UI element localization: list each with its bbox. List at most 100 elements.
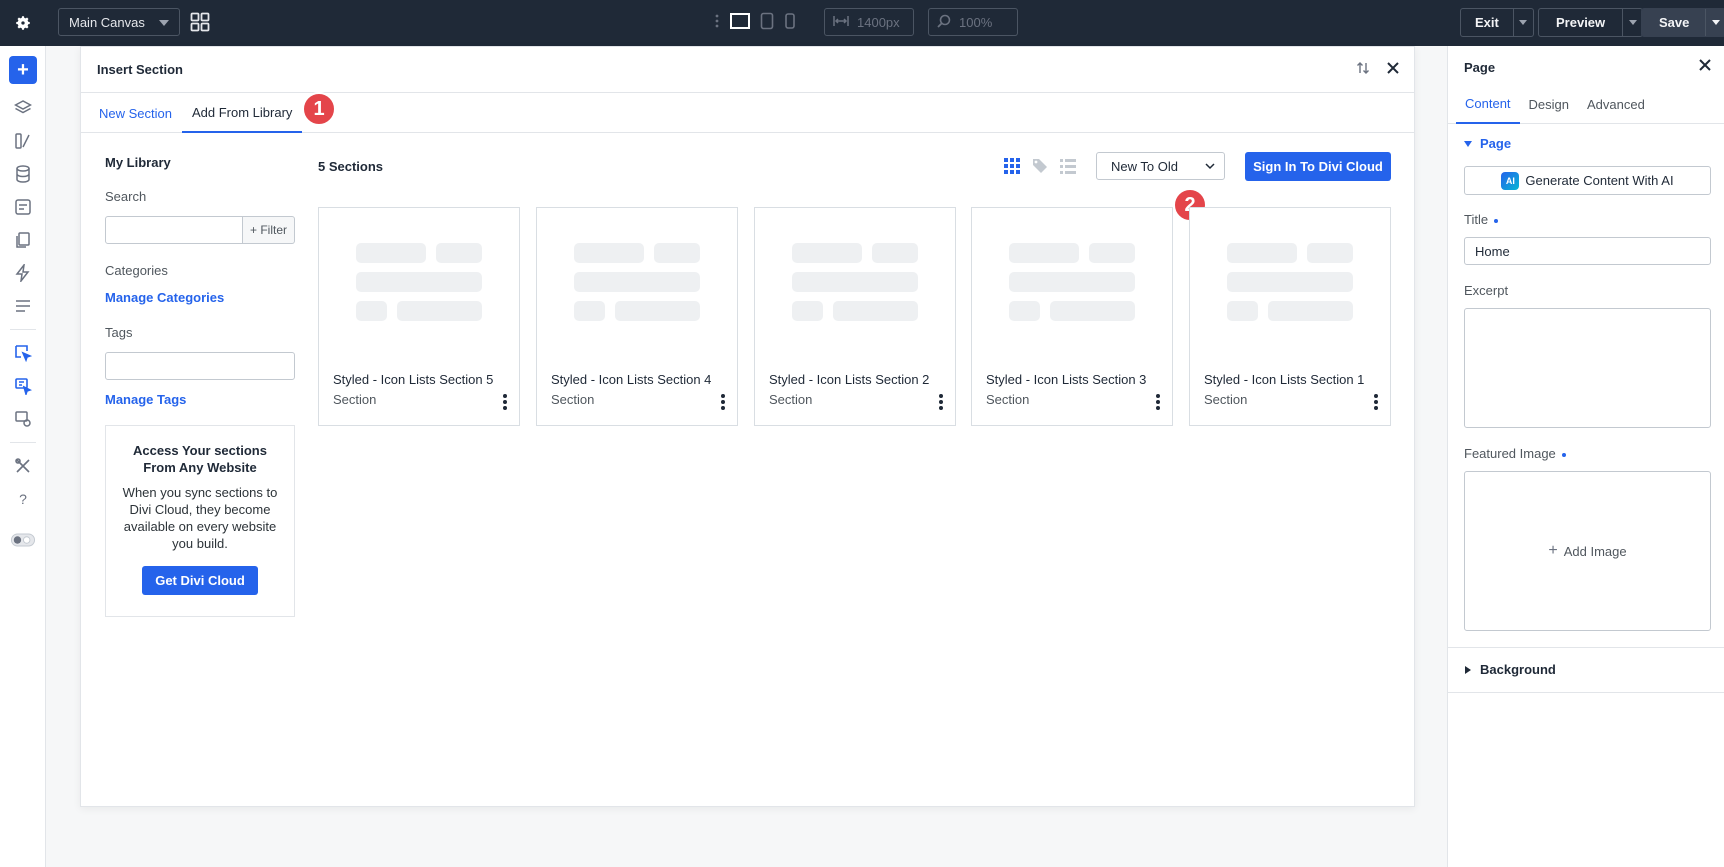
add-image-label: Add Image <box>1563 543 1627 559</box>
lightning-icon[interactable] <box>11 261 35 285</box>
library-sidebar: My Library Search + Filter Categories Ma… <box>105 155 295 407</box>
card-more-icon[interactable] <box>503 394 507 412</box>
tab-content[interactable]: Content <box>1456 84 1520 124</box>
save-label: Save <box>1659 15 1690 30</box>
save-button[interactable]: Save <box>1641 8 1724 37</box>
save-dropdown-icon[interactable] <box>1705 9 1724 36</box>
tablet-view-icon[interactable] <box>760 12 774 33</box>
help-icon[interactable]: ? <box>11 487 35 511</box>
categories-label: Categories <box>105 263 168 278</box>
tab-design[interactable]: Design <box>1520 84 1578 124</box>
library-title: My Library <box>105 155 171 170</box>
manage-tags-link[interactable]: Manage Tags <box>105 392 295 407</box>
tab-advanced[interactable]: Advanced <box>1578 84 1654 124</box>
preview-dropdown-icon[interactable] <box>1622 9 1642 36</box>
form-icon[interactable] <box>11 195 35 219</box>
tags-label: Tags <box>105 325 133 340</box>
add-image-area[interactable]: + Add Image <box>1464 471 1711 631</box>
library-search-input[interactable] <box>105 216 243 244</box>
library-card[interactable]: Styled - Icon Lists Section 4 Section <box>536 207 738 426</box>
database-icon[interactable] <box>11 162 35 186</box>
zoom-field[interactable]: 100% <box>928 8 1018 36</box>
design-library-icon[interactable] <box>11 129 35 153</box>
card-type: Section <box>551 392 595 407</box>
tab-new-section[interactable]: New Section <box>89 93 182 133</box>
close-icon[interactable] <box>1386 61 1400 78</box>
card-more-icon[interactable] <box>1156 394 1160 412</box>
library-card[interactable]: Styled - Icon Lists Section 3 Section <box>971 207 1173 426</box>
card-name: Styled - Icon Lists Section 5 <box>333 372 494 387</box>
card-more-icon[interactable] <box>1374 394 1378 412</box>
desktop-view-icon[interactable] <box>730 12 750 32</box>
apps-grid-icon[interactable] <box>190 12 210 35</box>
grid-view-icon[interactable] <box>1003 157 1021 178</box>
page-section-toggle[interactable]: Page <box>1464 136 1511 151</box>
divi-cloud-promo: Access Your sections From Any Website Wh… <box>105 425 295 617</box>
library-card[interactable]: Styled - Icon Lists Section 2 Section <box>754 207 956 426</box>
exit-dropdown-icon[interactable] <box>1512 9 1533 36</box>
insert-library-icon[interactable] <box>11 374 35 398</box>
zoom-search-icon <box>937 14 951 31</box>
background-section-toggle[interactable]: Background <box>1464 662 1556 677</box>
step-badge-1: 1 <box>302 92 336 126</box>
promo-title: Access Your sections From Any Website <box>133 443 267 475</box>
excerpt-textarea[interactable] <box>1464 308 1711 428</box>
card-type: Section <box>986 392 1030 407</box>
manage-categories-link[interactable]: Manage Categories <box>105 290 295 305</box>
sort-select-value: New To Old <box>1111 158 1178 174</box>
list-view-icon[interactable] <box>1059 157 1077 178</box>
settings-gear-icon[interactable] <box>0 0 46 46</box>
module-settings-icon[interactable] <box>11 407 35 431</box>
card-more-icon[interactable] <box>721 394 725 412</box>
generate-ai-label: Generate Content With AI <box>1525 173 1674 188</box>
canvas-width-value: 1400px <box>857 14 900 30</box>
tag-view-icon[interactable] <box>1031 157 1049 178</box>
modal-tabs: New Section Add From Library <box>81 93 1414 133</box>
panel-tabs: Content Design Advanced <box>1448 84 1724 124</box>
library-card[interactable]: Styled - Icon Lists Section 5 Section <box>318 207 520 426</box>
panel-close-icon[interactable] <box>1698 58 1712 75</box>
card-name: Styled - Icon Lists Section 4 <box>551 372 712 387</box>
ai-icon: AI <box>1501 171 1520 190</box>
panel-title: Page <box>1464 60 1496 75</box>
featured-image-label: Featured Image <box>1464 446 1566 461</box>
more-vertical-icon[interactable] <box>714 13 720 32</box>
sort-select[interactable]: New To Old <box>1096 152 1225 180</box>
list-settings-icon[interactable] <box>11 294 35 318</box>
phone-view-icon[interactable] <box>784 12 796 33</box>
exit-button[interactable]: Exit <box>1460 8 1534 37</box>
generate-ai-button[interactable]: AI Generate Content With AI <box>1464 166 1711 195</box>
caret-right-icon <box>1465 665 1471 674</box>
add-plus-button[interactable]: + <box>9 56 37 84</box>
library-card[interactable]: Styled - Icon Lists Section 1 Section <box>1189 207 1391 426</box>
card-more-icon[interactable] <box>939 394 943 412</box>
title-input[interactable]: Home <box>1464 237 1711 265</box>
title-label: Title <box>1464 212 1499 227</box>
caret-down-icon <box>159 20 169 26</box>
click-select-icon[interactable] <box>11 341 35 365</box>
layers-icon[interactable] <box>11 96 35 120</box>
card-type: Section <box>1204 392 1248 407</box>
preview-button[interactable]: Preview <box>1538 8 1644 37</box>
canvas-select[interactable]: Main Canvas <box>58 8 180 36</box>
pages-icon[interactable] <box>11 228 35 252</box>
theme-toggle-icon[interactable] <box>11 528 35 552</box>
tools-icon[interactable] <box>11 454 35 478</box>
get-divi-cloud-button[interactable]: Get Divi Cloud <box>142 566 258 595</box>
canvas-width-field[interactable]: 1400px <box>824 8 914 36</box>
insert-section-modal: Insert Section New Section Add From Libr… <box>80 46 1415 807</box>
plus-icon: + <box>1548 542 1558 559</box>
sort-arrows-icon[interactable] <box>1356 61 1370 78</box>
top-toolbar: Main Canvas 1400px 100% Exit Preview Sav… <box>0 0 1724 46</box>
modal-header: Insert Section <box>81 47 1414 93</box>
exit-label: Exit <box>1475 15 1499 30</box>
canvas-select-value: Main Canvas <box>69 14 145 30</box>
tags-input[interactable] <box>105 352 295 380</box>
tab-add-from-library[interactable]: Add From Library <box>181 93 303 133</box>
page-section-label: Page <box>1480 136 1512 151</box>
section-count: 5 Sections <box>318 159 384 174</box>
sign-in-divi-cloud-button[interactable]: Sign In To Divi Cloud <box>1245 152 1391 181</box>
filter-button[interactable]: + Filter <box>243 216 295 244</box>
preview-label: Preview <box>1556 15 1606 30</box>
chevron-down-icon <box>1204 159 1216 176</box>
